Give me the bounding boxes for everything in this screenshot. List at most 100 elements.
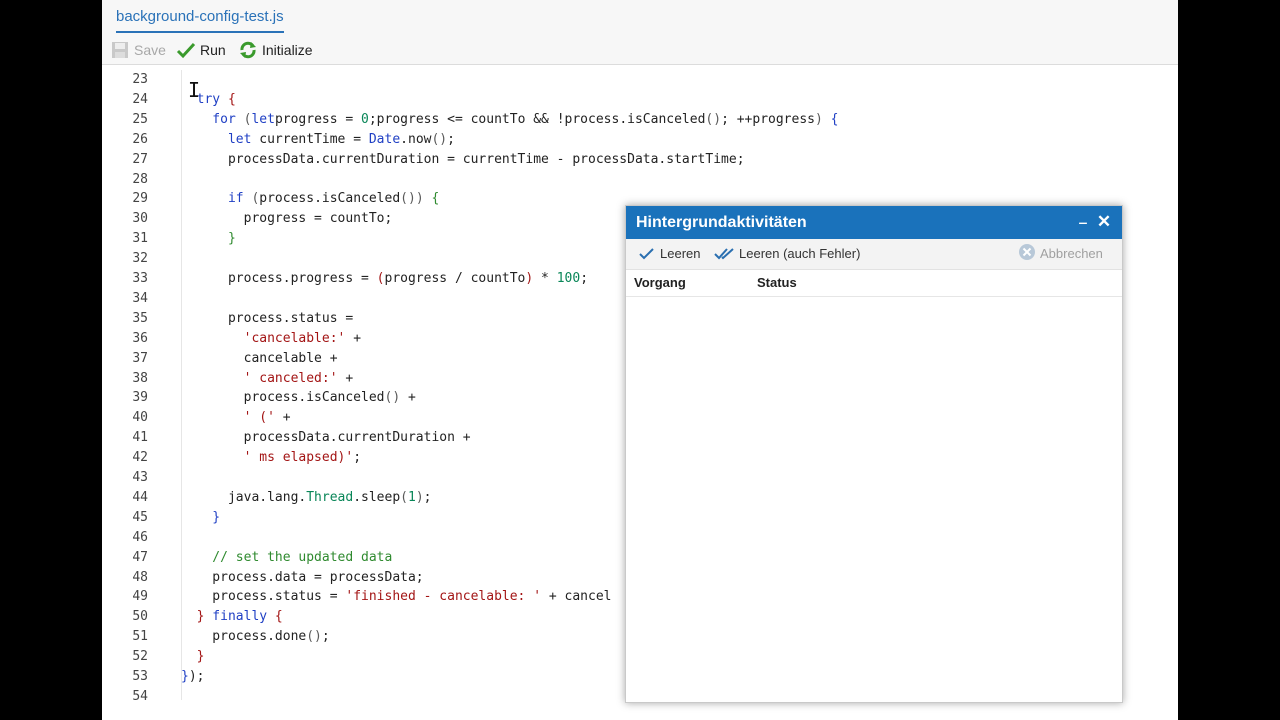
code-line[interactable]: ' canceled:' + xyxy=(181,370,354,386)
code-token: } xyxy=(181,509,221,525)
code-line[interactable]: java.lang.Thread.sleep(1); xyxy=(181,489,432,505)
line-number: 30 xyxy=(132,211,148,227)
run-label: Run xyxy=(200,42,226,58)
code-token: + cancel xyxy=(541,589,612,605)
code-line[interactable]: } xyxy=(181,510,220,525)
code-token: processData.currentDuration + xyxy=(181,430,471,446)
cancel-button[interactable]: Abbrechen xyxy=(1018,244,1103,261)
code-line[interactable]: process.progress = (progress / countTo) … xyxy=(181,271,588,286)
line-number: 39 xyxy=(132,390,148,406)
code-line[interactable]: processData.currentDuration + xyxy=(181,430,471,445)
code-token: ) xyxy=(814,111,823,127)
line-number: 33 xyxy=(132,271,148,286)
run-button[interactable]: Run xyxy=(176,40,226,60)
code-line[interactable]: // set the updated data xyxy=(181,550,392,565)
floppy-disk-icon xyxy=(112,42,128,58)
code-token: let xyxy=(181,131,252,147)
checkmark-icon xyxy=(176,42,196,59)
code-line[interactable]: process.status = xyxy=(181,311,353,326)
save-button[interactable]: Save xyxy=(110,40,166,60)
line-number: 52 xyxy=(132,649,148,665)
code-token: try xyxy=(181,91,221,107)
code-token: let xyxy=(251,111,275,127)
code-token: 100 xyxy=(556,271,581,286)
code-line[interactable]: for (letprogress = 0;progress <= countTo… xyxy=(181,112,838,127)
code-token: ) xyxy=(415,191,424,207)
code-token: { xyxy=(423,191,440,207)
line-number: 49 xyxy=(132,589,148,605)
line-number: 36 xyxy=(132,330,148,346)
text-cursor-icon: I xyxy=(188,78,201,102)
code-token: 0 xyxy=(361,111,369,127)
code-token: ;progress <= countTo && !process.isCance… xyxy=(368,111,706,127)
code-token: { xyxy=(220,91,236,107)
code-line[interactable]: }); xyxy=(181,669,204,684)
code-token: ( xyxy=(243,191,260,207)
line-number: 31 xyxy=(132,231,148,247)
line-number: 44 xyxy=(132,489,148,505)
code-token: ' canceled:' xyxy=(181,370,338,386)
cancel-circle-icon xyxy=(1019,244,1035,260)
code-token: ; xyxy=(353,450,362,466)
line-number: 47 xyxy=(132,549,148,565)
code-token: progress = xyxy=(274,111,362,127)
code-line[interactable]: ' (' + xyxy=(181,410,291,425)
code-line[interactable]: ' ms elapsed)'; xyxy=(181,450,361,465)
code-token: 'finished - cancelable: ' xyxy=(345,589,542,605)
code-token: * xyxy=(533,271,557,286)
code-token: progress / countTo xyxy=(384,271,526,286)
code-token: currentTime = xyxy=(251,131,369,147)
line-number: 38 xyxy=(132,370,148,386)
code-token: ; xyxy=(580,271,589,286)
code-line[interactable]: if (process.isCanceled()) { xyxy=(181,191,439,206)
code-token: ; xyxy=(447,131,455,147)
initialize-button[interactable]: Initialize xyxy=(238,40,313,60)
clear-label: Leeren xyxy=(660,246,701,261)
close-icon[interactable]: ✕ xyxy=(1096,212,1112,231)
line-number: 28 xyxy=(132,171,148,187)
code-token: Date xyxy=(368,131,401,147)
code-line[interactable]: let currentTime = Date.now(); xyxy=(181,132,455,147)
code-line[interactable]: process.done(); xyxy=(181,629,329,644)
code-token: progress = countTo; xyxy=(181,211,393,227)
line-number: 41 xyxy=(132,430,148,446)
clear-button[interactable]: Leeren xyxy=(638,246,700,261)
code-token: } xyxy=(181,669,189,684)
line-number: 35 xyxy=(132,310,148,326)
line-number: 46 xyxy=(132,529,148,545)
column-header-process[interactable]: Vorgang xyxy=(634,275,686,290)
line-number: 23 xyxy=(132,72,148,87)
code-line[interactable]: process.status = 'finished - cancelable:… xyxy=(181,589,612,605)
code-line[interactable]: } xyxy=(181,649,205,664)
code-token: process.progress = xyxy=(181,271,377,286)
code-line[interactable]: processData.currentDuration = currentTim… xyxy=(181,152,745,167)
code-line[interactable]: process.isCanceled() + xyxy=(181,390,416,405)
line-number: 24 xyxy=(132,91,148,107)
code-token: () xyxy=(400,191,416,207)
code-line[interactable]: process.data = processData; xyxy=(181,570,423,585)
code-line[interactable]: 'cancelable:' + xyxy=(181,331,361,346)
minimize-icon[interactable]: ‒ xyxy=(1076,214,1090,230)
code-token: cancelable + xyxy=(181,350,338,366)
dialog-titlebar[interactable]: Hintergrundaktivitäten ‒ ✕ xyxy=(626,206,1122,239)
code-line[interactable]: } xyxy=(181,231,236,246)
code-token: ( xyxy=(235,111,252,127)
line-number: 26 xyxy=(132,131,148,147)
file-tab[interactable]: background-config-test.js xyxy=(116,8,284,33)
clear-all-button[interactable]: Leeren (auch Fehler) xyxy=(714,246,860,261)
code-line[interactable]: } finally { xyxy=(181,609,283,624)
code-token: { xyxy=(822,111,839,127)
dialog-toolbar: Leeren Leeren (auch Fehler) Abbrechen xyxy=(626,239,1122,270)
code-token: .sleep xyxy=(353,489,401,505)
line-number: 40 xyxy=(132,410,148,426)
line-number: 34 xyxy=(132,290,148,306)
code-token: } xyxy=(181,231,236,247)
code-line[interactable]: progress = countTo; xyxy=(181,211,393,227)
code-token: ' ms elapsed)' xyxy=(181,450,354,466)
column-header-status[interactable]: Status xyxy=(757,275,797,290)
line-number: 45 xyxy=(132,509,148,525)
code-line[interactable]: cancelable + xyxy=(181,351,338,366)
code-token: { xyxy=(267,609,283,625)
line-number: 53 xyxy=(132,669,148,684)
checkmark-icon xyxy=(639,247,654,259)
